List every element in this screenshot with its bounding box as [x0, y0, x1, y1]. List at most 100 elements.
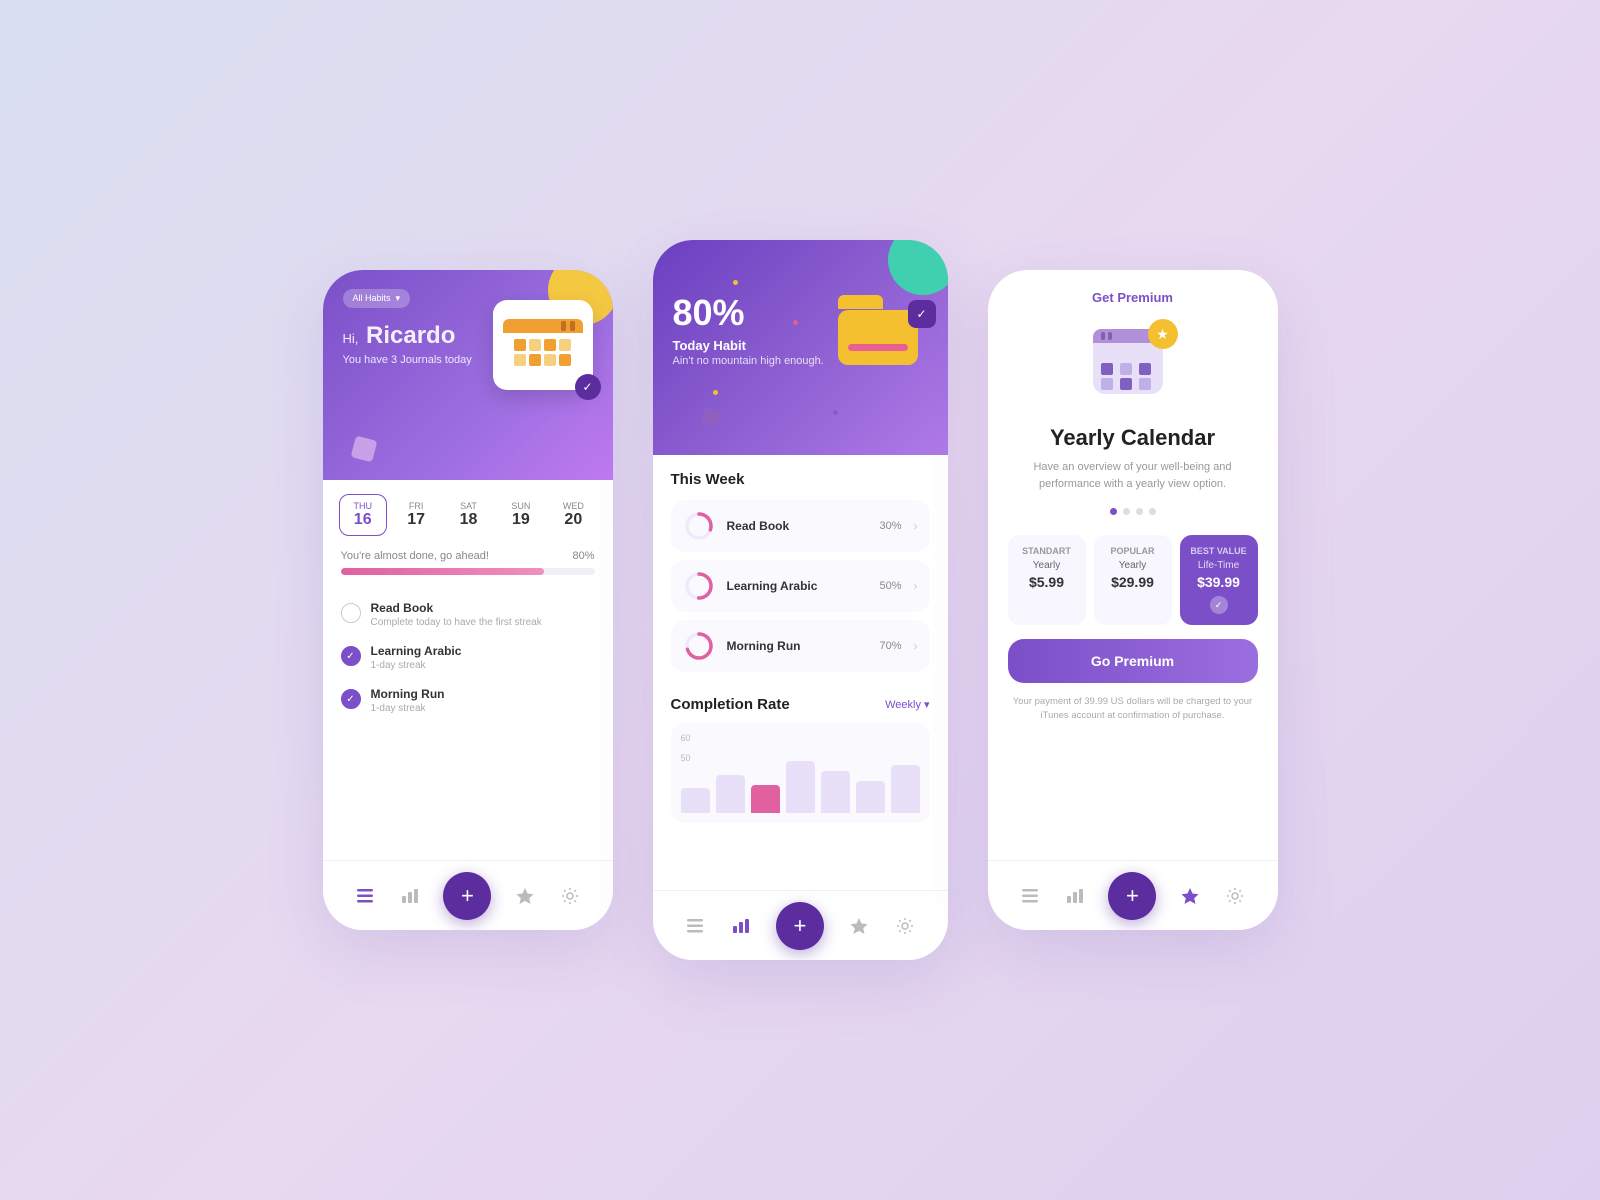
cal-cell	[1101, 378, 1113, 390]
confetti1	[733, 280, 738, 285]
habit-read-book[interactable]: Read Book Complete today to have the fir…	[341, 593, 595, 636]
folder-stripe	[848, 344, 908, 351]
greeting-hi: Hi,	[343, 331, 359, 346]
date-thu[interactable]: THU 16	[339, 494, 387, 536]
cal-cell	[1139, 363, 1151, 375]
nav3-star-icon[interactable]	[1179, 885, 1201, 907]
nav-list-icon[interactable]	[354, 885, 376, 907]
phone3-bottom-nav: +	[988, 860, 1278, 930]
dot-3	[1136, 508, 1143, 515]
phones-container: All Habits ▾ Hi, Ricardo You have 3 Jour…	[323, 240, 1278, 960]
completion-section: Completion Rate Weekly ▾ 60 50	[653, 688, 948, 831]
nav3-settings-icon[interactable]	[1224, 885, 1246, 907]
deco-purple-small	[700, 407, 721, 428]
this-week-title: This Week	[671, 471, 930, 488]
phone1: All Habits ▾ Hi, Ricardo You have 3 Jour…	[323, 270, 613, 930]
dot-2	[1123, 508, 1130, 515]
chevron-readbook: ›	[914, 519, 918, 533]
nav3-chart-icon[interactable]	[1064, 885, 1086, 907]
feature-title: Yearly Calendar	[1050, 425, 1215, 451]
deco-teal-ball	[888, 240, 948, 295]
habits-dropdown[interactable]: All Habits ▾	[343, 289, 411, 308]
weekly-dropdown[interactable]: Weekly ▾	[885, 698, 929, 711]
date-sat[interactable]: SAT 18	[445, 495, 491, 535]
chevron-down-icon: ▾	[924, 698, 930, 711]
donut-readbook	[683, 510, 715, 542]
confetti2	[793, 320, 798, 325]
pricing-standart[interactable]: Standart Yearly $5.99	[1008, 535, 1086, 625]
chevron-down-icon: ▾	[396, 293, 401, 304]
donut-arabic	[683, 570, 715, 602]
habits-list: Read Book Complete today to have the fir…	[323, 585, 613, 730]
folder-body	[838, 310, 918, 365]
nav3-list-icon[interactable]	[1019, 885, 1041, 907]
bar-4	[786, 761, 815, 813]
phone3: Get Premium	[988, 270, 1278, 930]
dropdown-label: All Habits	[353, 293, 391, 303]
chevron-run: ›	[914, 639, 918, 653]
go-premium-button[interactable]: Go Premium	[1008, 639, 1258, 683]
chart-label-60: 60	[681, 733, 691, 743]
date-fri[interactable]: FRI 17	[393, 495, 439, 535]
feature-desc: Have an overview of your well-being and …	[1008, 459, 1258, 492]
bar-7	[891, 765, 920, 813]
date-sun[interactable]: SUN 19	[498, 495, 544, 535]
get-premium-label: Get Premium	[1092, 290, 1173, 305]
phone2: ✓ 80% Today Habit Ain't no mountain high…	[653, 240, 948, 960]
habit-morning-run[interactable]: ✓ Morning Run 1-day streak	[341, 679, 595, 722]
date-wed[interactable]: WED 20	[550, 495, 596, 535]
nav-star-icon[interactable]	[514, 885, 536, 907]
chevron-arabic: ›	[914, 579, 918, 593]
habit-checkbox-run[interactable]: ✓	[341, 689, 361, 709]
progress-percent: 80%	[572, 550, 594, 562]
this-week-section: This Week Read Book 30% › Learning Arabi…	[653, 455, 948, 688]
phone2-header: ✓ 80% Today Habit Ain't no mountain high…	[653, 240, 948, 455]
week-habit-pct-run: 70%	[879, 640, 901, 652]
star-badge: ★	[1148, 319, 1178, 349]
progress-bar	[341, 568, 595, 575]
habit-sub-arabic: 1-day streak	[371, 660, 462, 671]
calendar-decoration: ✓	[493, 300, 593, 390]
nav-settings-icon[interactable]	[559, 885, 581, 907]
nav-chart-icon[interactable]	[399, 885, 421, 907]
week-habit-readbook[interactable]: Read Book 30% ›	[671, 500, 930, 552]
habit-checkbox-arabic[interactable]: ✓	[341, 646, 361, 666]
greeting-name: Ricardo	[366, 322, 455, 349]
dots-indicator	[1110, 508, 1156, 515]
week-habit-run[interactable]: Morning Run 70% ›	[671, 620, 930, 672]
chart-area: 60 50	[671, 723, 930, 823]
payment-note: Your payment of 39.99 US dollars will be…	[1008, 695, 1258, 724]
week-habit-name-arabic: Learning Arabic	[727, 579, 868, 593]
week-habit-name-run: Morning Run	[727, 639, 868, 653]
phone3-content: Get Premium	[988, 270, 1278, 804]
pricing-popular[interactable]: Popular Yearly $29.99	[1094, 535, 1172, 625]
folder-decoration: ✓	[838, 295, 928, 365]
completion-title: Completion Rate	[671, 696, 790, 713]
week-habit-name-readbook: Read Book	[727, 519, 868, 533]
dot-4	[1149, 508, 1156, 515]
progress-label-text: You're almost done, go ahead!	[341, 550, 489, 562]
cal-cell	[1101, 363, 1113, 375]
progress-section: You're almost done, go ahead! 80%	[323, 550, 613, 585]
pricing-best-value[interactable]: Best Value Life-Time $39.99 ✓	[1180, 535, 1258, 625]
phone1-fab-button[interactable]: +	[443, 872, 491, 920]
nav2-star-icon[interactable]	[848, 915, 870, 937]
confetti4	[713, 390, 718, 395]
cal-check-icon: ✓	[575, 374, 601, 400]
habit-checkbox-readbook[interactable]	[341, 603, 361, 623]
week-habit-pct-readbook: 30%	[879, 520, 901, 532]
week-habit-arabic[interactable]: Learning Arabic 50% ›	[671, 560, 930, 612]
nav2-chart-icon[interactable]	[730, 915, 752, 937]
progress-fill	[341, 568, 544, 575]
habit-learning-arabic[interactable]: ✓ Learning Arabic 1-day streak	[341, 636, 595, 679]
phone1-bottom-nav: +	[323, 860, 613, 930]
nav2-settings-icon[interactable]	[894, 915, 916, 937]
phone2-fab-button[interactable]: +	[776, 902, 824, 950]
phone1-header: All Habits ▾ Hi, Ricardo You have 3 Jour…	[323, 270, 613, 480]
nav2-list-icon[interactable]	[684, 915, 706, 937]
habit-name-run: Morning Run	[371, 687, 445, 701]
confetti5	[833, 410, 838, 415]
phone3-fab-button[interactable]: +	[1108, 872, 1156, 920]
folder-tab	[838, 295, 883, 309]
cal-cell	[1120, 363, 1132, 375]
